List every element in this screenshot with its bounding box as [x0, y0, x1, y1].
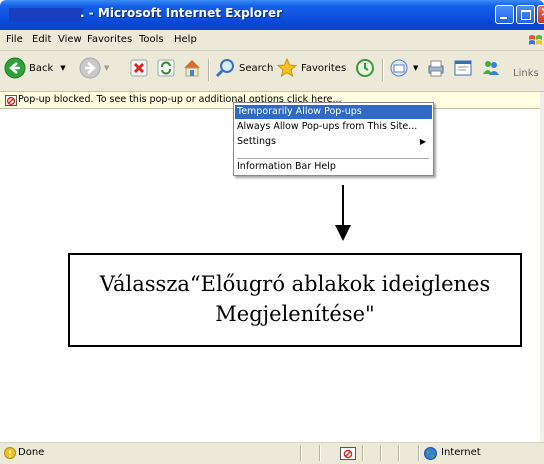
status-text: Done [18, 447, 45, 458]
vertical-scrollbar[interactable] [540, 92, 544, 442]
security-zone-label: Internet [441, 447, 481, 458]
star-icon [276, 57, 298, 79]
chevron-down-icon: ▼ [60, 64, 66, 72]
windows-flag-icon [529, 35, 542, 45]
printer-icon [425, 57, 447, 79]
chevron-down-icon: ▼ [104, 64, 110, 72]
status-separator [418, 445, 420, 461]
close-icon: × [540, 5, 544, 20]
favorites-label: Favorites [301, 62, 347, 74]
mail-icon [388, 57, 410, 79]
menu-help[interactable]: Help [174, 34, 197, 45]
annotation-arrow-shaft [342, 185, 344, 227]
menu-item-temporarily-allow-popups[interactable]: Temporarily Allow Pop-ups [235, 105, 432, 119]
links-label[interactable]: Links [513, 68, 539, 79]
status-separator [319, 445, 321, 461]
close-button[interactable]: × [537, 5, 544, 24]
popup-blocked-icon [5, 95, 17, 106]
print-button[interactable] [425, 57, 447, 79]
menu-separator [237, 158, 429, 159]
status-separator [300, 445, 302, 461]
edit-button[interactable] [452, 57, 474, 79]
title-bar: . - Microsoft Internet Explorer × [0, 0, 544, 30]
annotation-arrow-head [335, 225, 351, 241]
status-separator [398, 445, 400, 461]
toolbar: Back ▼ ▼ Search Favorites ▼ Links [0, 51, 544, 92]
search-icon [214, 57, 236, 79]
menu-bar: File Edit View Favorites Tools Help [0, 30, 544, 51]
menu-item-always-allow-popups[interactable]: Always Allow Pop-ups from This Site... [235, 120, 432, 134]
toolbar-separator [208, 59, 210, 81]
submenu-arrow-icon: ▶ [419, 137, 426, 146]
menu-view[interactable]: View [58, 34, 82, 45]
search-button[interactable]: Search [214, 57, 273, 79]
messenger-button[interactable] [480, 57, 502, 79]
window-title: . - Microsoft Internet Explorer [80, 6, 283, 20]
history-button[interactable] [354, 57, 376, 79]
home-icon [181, 57, 203, 79]
chevron-down-icon: ▼ [413, 64, 419, 72]
forward-arrow-icon [79, 57, 101, 79]
minimize-button[interactable] [495, 5, 514, 24]
history-icon [354, 57, 376, 79]
done-icon [4, 447, 16, 459]
back-label: Back [29, 62, 54, 74]
popup-context-menu: Temporarily Allow Pop-ups Always Allow P… [233, 102, 434, 176]
toolbar-separator [382, 59, 384, 81]
popup-blocked-icon[interactable] [340, 447, 356, 460]
favorites-button[interactable]: Favorites [276, 57, 346, 79]
status-bar: Done Internet [0, 442, 544, 464]
refresh-button[interactable] [155, 57, 177, 79]
stop-button[interactable] [128, 57, 150, 79]
mail-button[interactable]: ▼ [388, 57, 418, 79]
callout-line-2: Megjelenítése" [215, 302, 375, 326]
maximize-button[interactable] [516, 5, 535, 24]
annotation-callout: Válassza“Előugró ablakok ideiglenes Megj… [68, 253, 522, 347]
menu-favorites[interactable]: Favorites [87, 34, 132, 45]
menu-edit[interactable]: Edit [32, 34, 51, 45]
search-label: Search [239, 62, 274, 74]
home-button[interactable] [181, 57, 203, 79]
edit-document-icon [452, 57, 474, 79]
menu-tools[interactable]: Tools [139, 34, 164, 45]
callout-line-1: Válassza“Előugró ablakok ideiglenes [99, 272, 491, 296]
menu-item-information-bar-help[interactable]: Information Bar Help [235, 160, 432, 174]
refresh-icon [155, 57, 177, 79]
status-separator [380, 445, 382, 461]
back-arrow-icon [4, 57, 26, 79]
globe-icon [424, 447, 437, 460]
stop-icon [128, 57, 150, 79]
menu-item-settings[interactable]: Settings ▶ [235, 135, 432, 149]
back-button[interactable]: Back ▼ [4, 57, 66, 79]
menu-file[interactable]: File [6, 34, 23, 45]
window-icon [9, 8, 83, 22]
forward-button[interactable]: ▼ [79, 57, 109, 79]
status-separator [362, 445, 364, 461]
messenger-icon [480, 57, 502, 79]
